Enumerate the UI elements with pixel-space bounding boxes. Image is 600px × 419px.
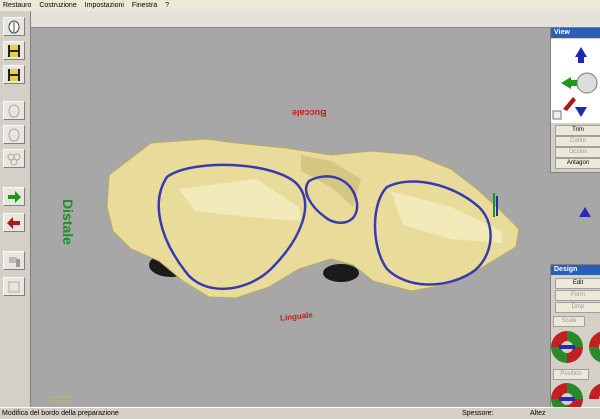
menu-impostazioni[interactable]: Impostazioni bbox=[82, 0, 127, 11]
view-panel-title: View bbox=[551, 28, 600, 38]
menu-restauro[interactable]: Restauro bbox=[0, 0, 34, 11]
rotate-down-icon[interactable] bbox=[575, 107, 587, 117]
save-as-button[interactable] bbox=[3, 65, 25, 84]
window-icon bbox=[8, 281, 20, 293]
view-orientation-widget[interactable] bbox=[551, 39, 600, 123]
tooth-view-button-2[interactable] bbox=[3, 125, 25, 144]
floppy-icon bbox=[8, 69, 20, 81]
form-button[interactable]: Form bbox=[555, 290, 600, 301]
edit-button[interactable]: Edit bbox=[555, 278, 600, 289]
menu-help[interactable]: ? bbox=[162, 0, 172, 11]
tooth-icon bbox=[8, 128, 20, 142]
arrow-left-icon bbox=[7, 217, 20, 229]
status-height: Altez bbox=[530, 410, 546, 417]
back-button[interactable] bbox=[3, 213, 25, 232]
model-shadow-middle bbox=[323, 264, 359, 282]
3d-viewport[interactable]: Distale Buccale Linguale bbox=[31, 11, 600, 407]
left-toolbar bbox=[0, 11, 31, 407]
tooth-model-canvas[interactable] bbox=[31, 11, 600, 407]
tooth-icon bbox=[8, 20, 20, 34]
position-controls bbox=[551, 383, 600, 409]
rotate-left-icon[interactable] bbox=[561, 77, 577, 89]
design-panel-title: Design bbox=[551, 265, 600, 275]
label-buccale: Buccale bbox=[292, 108, 327, 118]
tooth-view-button-1[interactable] bbox=[3, 101, 25, 120]
rotate-up-icon[interactable] bbox=[575, 47, 587, 63]
antagonist-button[interactable]: Antagon bbox=[555, 158, 600, 169]
scale-controls bbox=[551, 331, 600, 363]
arrow-right-icon bbox=[8, 191, 21, 203]
tooth-group-icon bbox=[7, 153, 21, 166]
rotate-diagonal-icon[interactable] bbox=[563, 97, 576, 111]
trim-button[interactable]: Trim bbox=[555, 125, 600, 136]
save-button[interactable] bbox=[3, 41, 25, 60]
tool-button-2[interactable] bbox=[3, 277, 25, 296]
status-thickness: Spessore: bbox=[462, 410, 494, 417]
axis-arrow-icon bbox=[579, 207, 591, 217]
view-panel: View Trim Conto Occlus Antagon bbox=[550, 27, 600, 173]
drop-button[interactable]: Drop bbox=[555, 302, 600, 313]
scale-ring-icon[interactable] bbox=[589, 331, 600, 363]
occlusion-button[interactable]: Occlus bbox=[555, 147, 600, 158]
position-ring-icon[interactable] bbox=[589, 383, 600, 399]
small-plus-button[interactable] bbox=[552, 110, 562, 120]
next-button[interactable] bbox=[3, 187, 25, 206]
tooth-button[interactable] bbox=[3, 17, 25, 36]
status-bar: Modifica del bordo della preparazione Sp… bbox=[0, 407, 600, 419]
floppy-icon bbox=[8, 45, 20, 57]
scale-button[interactable]: Scale bbox=[553, 316, 585, 327]
ground-grid-marks bbox=[51, 396, 71, 402]
orientation-sphere-icon[interactable] bbox=[576, 72, 598, 94]
axis-marker-green bbox=[493, 193, 495, 217]
tooth-icon bbox=[8, 104, 20, 118]
tooth-view-button-3[interactable] bbox=[3, 149, 25, 168]
status-message: Modifica del bordo della preparazione bbox=[2, 410, 119, 417]
design-panel: Design Edit Form Drop Scale Position bbox=[550, 264, 600, 409]
brush-icon bbox=[9, 257, 20, 267]
position-ring-icon[interactable] bbox=[551, 383, 583, 409]
menu-finestra[interactable]: Finestra bbox=[129, 0, 160, 11]
tool-button-1[interactable] bbox=[3, 251, 25, 270]
contour-button[interactable]: Conto bbox=[555, 136, 600, 147]
label-distale: Distale bbox=[60, 199, 76, 245]
axis-marker-blue bbox=[496, 196, 498, 216]
menu-costruzione[interactable]: Costruzione bbox=[36, 0, 79, 11]
scale-ring-icon[interactable] bbox=[551, 331, 583, 363]
